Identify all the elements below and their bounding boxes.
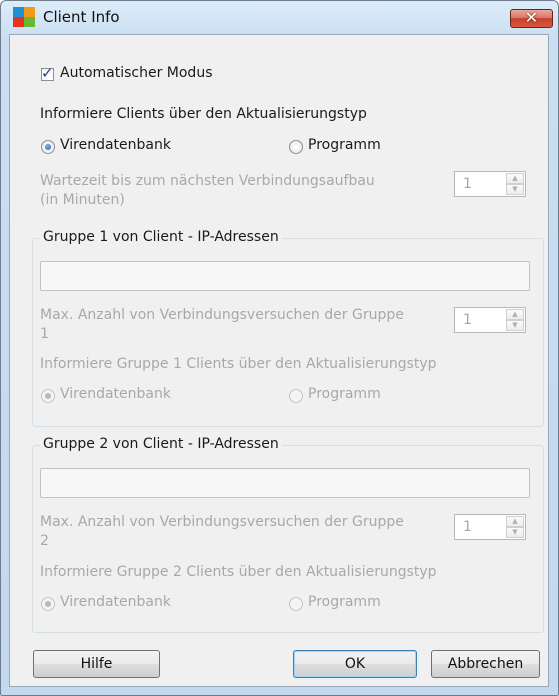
group2-title: Gruppe 2 von Client - IP-Adressen [40,436,282,452]
radio-programm[interactable] [289,140,303,154]
help-button[interactable]: Hilfe [33,650,160,678]
group2-max-attempts-label: Max. Anzahl von Verbindungsversuchen der… [40,514,404,530]
spin-up-icon[interactable]: ▲ [506,309,524,320]
ok-button[interactable]: OK [293,650,417,678]
group1-max-attempts-value: 1 [463,312,472,328]
spin-down-icon[interactable]: ▼ [506,184,524,195]
group1-radio-virendatenbank-label[interactable]: Virendatenbank [60,386,171,402]
client-info-dialog: Client Info ✕ ✓ Automatischer Modus Info… [0,0,559,696]
group2-max-attempts-label-suffix: 2 [40,533,49,549]
radio-virendatenbank-label[interactable]: Virendatenbank [60,137,171,153]
wait-time-value: 1 [463,176,472,192]
checkmark-icon: ✓ [41,64,54,82]
group1-radio-programm-label[interactable]: Programm [308,386,381,402]
spin-up-icon[interactable]: ▲ [506,516,524,527]
auto-mode-checkbox[interactable]: ✓ [41,64,54,82]
group1-radio-programm[interactable] [289,389,303,403]
title-bar[interactable]: Client Info ✕ [1,1,558,33]
radio-programm-label[interactable]: Programm [308,137,381,153]
group1-max-attempts-label-suffix: 1 [40,326,49,342]
group1-max-attempts-spinner[interactable]: 1 ▲ ▼ [454,307,526,333]
dialog-body: ✓ Automatischer Modus Informiere Clients… [9,34,549,687]
group1-radio-virendatenbank[interactable] [41,389,55,403]
spin-down-icon[interactable]: ▼ [506,320,524,331]
group1-inform-heading: Informiere Gruppe 1 Clients über den Akt… [40,356,437,372]
auto-mode-label[interactable]: Automatischer Modus [60,65,212,81]
close-icon: ✕ [524,8,539,27]
radio-virendatenbank[interactable] [41,140,55,154]
group2-radio-virendatenbank-label[interactable]: Virendatenbank [60,594,171,610]
group1-max-attempts-label: Max. Anzahl von Verbindungsversuchen der… [40,307,404,323]
group2-max-attempts-value: 1 [463,519,472,535]
group2-radio-virendatenbank[interactable] [41,597,55,611]
cancel-button[interactable]: Abbrechen [431,650,540,678]
group2-max-attempts-spinner[interactable]: 1 ▲ ▼ [454,514,526,540]
window-title: Client Info [43,8,120,26]
wait-time-label-unit: (in Minuten) [40,192,125,208]
group2-radio-programm[interactable] [289,597,303,611]
wait-time-label: Wartezeit bis zum nächsten Verbindungsau… [40,173,375,189]
inform-clients-heading: Informiere Clients über den Aktualisieru… [40,106,367,122]
group1-ip-field[interactable] [40,261,530,291]
spin-down-icon[interactable]: ▼ [506,527,524,538]
group2-ip-field[interactable] [40,468,530,498]
group2-radio-programm-label[interactable]: Programm [308,594,381,610]
avg-app-icon [13,7,35,27]
group2-inform-heading: Informiere Gruppe 2 Clients über den Akt… [40,564,437,580]
group1-title: Gruppe 1 von Client - IP-Adressen [40,229,282,245]
spin-up-icon[interactable]: ▲ [506,173,524,184]
close-button[interactable]: ✕ [510,8,553,28]
wait-time-spinner[interactable]: 1 ▲ ▼ [454,171,526,197]
